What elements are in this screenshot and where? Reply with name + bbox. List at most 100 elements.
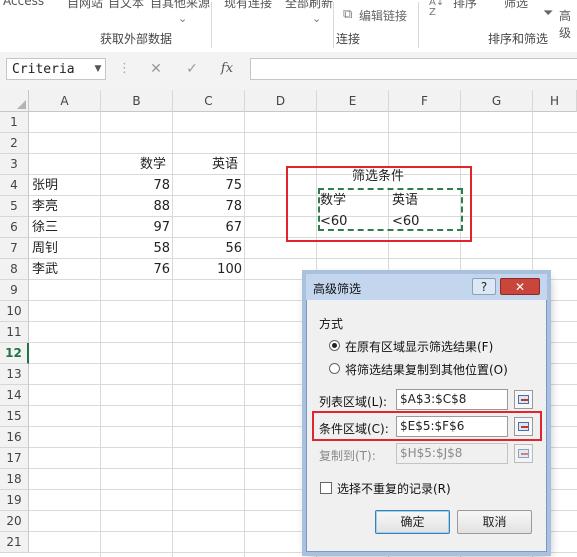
row-header[interactable]: 19 <box>0 490 29 511</box>
list-range-label: 列表区域(L): <box>319 395 388 409</box>
row-header[interactable]: 14 <box>0 385 29 406</box>
select-all-triangle-icon <box>17 100 26 109</box>
cell-b3[interactable]: 数学 <box>140 154 166 175</box>
gridline <box>29 153 577 154</box>
row-header[interactable]: 3 <box>0 154 29 175</box>
existing-connections-button[interactable]: 现有连接 <box>224 0 272 11</box>
radio-filter-in-place[interactable] <box>329 340 340 351</box>
chevron-down-icon: ⌄ <box>312 12 322 25</box>
ribbon: Access 自网站 自文本 自其他来源 ⌄ 现有连接 全部刷新 ⌄ ⧉ 编辑链… <box>0 0 577 53</box>
cell-c4[interactable]: 75 <box>173 175 242 196</box>
row-header[interactable]: 6 <box>0 217 29 238</box>
cell-a4[interactable]: 张明 <box>32 175 58 196</box>
column-header-d[interactable]: D <box>245 90 317 112</box>
close-button[interactable]: ✕ <box>500 278 540 295</box>
edit-links-icon: ⧉ <box>343 7 353 22</box>
cancel-entry-button[interactable]: ✕ <box>145 60 167 78</box>
column-header-a[interactable]: A <box>29 90 101 112</box>
sort-az-icon: A↓ Z <box>429 0 445 18</box>
row-header[interactable]: 1 <box>0 112 29 133</box>
row-header[interactable]: 13 <box>0 364 29 385</box>
cell-b4[interactable]: 78 <box>101 175 170 196</box>
row-header[interactable]: 18 <box>0 469 29 490</box>
column-header-g[interactable]: G <box>461 90 533 112</box>
cell-b8[interactable]: 76 <box>101 259 170 280</box>
cell-a8[interactable]: 李武 <box>32 259 58 280</box>
formula-bar-grip-icon: ⋮ <box>118 61 131 76</box>
edit-links-button[interactable]: 编辑链接 <box>359 7 407 24</box>
filter-button[interactable]: 筛选 <box>504 0 528 11</box>
cell-b7[interactable]: 58 <box>101 238 170 259</box>
copy-to-input: $H$5:$J$8 <box>396 443 508 464</box>
advanced-filter-button[interactable]: 高级 <box>559 7 577 41</box>
row-header-active[interactable]: 12 <box>0 343 29 364</box>
column-header-b[interactable]: B <box>101 90 173 112</box>
row-header[interactable]: 7 <box>0 238 29 259</box>
formula-input[interactable] <box>250 58 577 80</box>
row-header[interactable]: 4 <box>0 175 29 196</box>
from-other-sources-button[interactable]: 自其他来源 <box>150 0 210 11</box>
unique-records-checkbox[interactable] <box>320 482 332 494</box>
column-header-c[interactable]: C <box>173 90 245 112</box>
sort-button[interactable]: 排序 <box>453 0 477 11</box>
cell-c8[interactable]: 100 <box>173 259 242 280</box>
cell-a7[interactable]: 周钊 <box>32 238 58 259</box>
insert-function-button[interactable]: fx <box>216 60 238 78</box>
from-access-button[interactable]: Access <box>3 0 44 8</box>
refresh-all-button[interactable]: 全部刷新 <box>285 0 333 11</box>
gridline <box>29 552 577 553</box>
criteria-range-highlight-box <box>312 411 542 441</box>
cell-c5[interactable]: 78 <box>173 196 242 217</box>
cell-a6[interactable]: 徐三 <box>32 217 58 238</box>
row-header[interactable]: 16 <box>0 427 29 448</box>
row-header[interactable]: 15 <box>0 406 29 427</box>
cell-b6[interactable]: 97 <box>101 217 170 238</box>
ok-button[interactable]: 确定 <box>375 510 450 534</box>
gridline <box>244 112 245 557</box>
row-header[interactable]: 2 <box>0 133 29 154</box>
ribbon-separator <box>333 2 334 48</box>
collapse-dialog-icon <box>514 444 533 463</box>
confirm-entry-button[interactable]: ✓ <box>181 60 203 78</box>
row-header[interactable]: 17 <box>0 448 29 469</box>
chevron-down-icon: ⌄ <box>178 12 188 25</box>
cell-c6[interactable]: 67 <box>173 217 242 238</box>
column-header-f[interactable]: F <box>389 90 461 112</box>
from-web-button[interactable]: 自网站 <box>67 0 103 11</box>
row-header[interactable]: 9 <box>0 280 29 301</box>
option-copy-to-location-label[interactable]: 将筛选结果复制到其他位置(O) <box>345 361 508 378</box>
mode-label: 方式 <box>319 317 344 331</box>
unique-records-label[interactable]: 选择不重复的记录(R) <box>337 480 451 497</box>
criteria-highlight-box <box>286 166 472 242</box>
ribbon-separator <box>211 2 212 48</box>
radio-copy-to-location[interactable] <box>329 363 340 374</box>
select-all-corner[interactable] <box>0 90 29 112</box>
row-header[interactable]: 11 <box>0 322 29 343</box>
option-filter-in-place-label[interactable]: 在原有区域显示筛选结果(F) <box>345 338 493 355</box>
cancel-button[interactable]: 取消 <box>457 510 532 534</box>
group-label-sort-filter: 排序和筛选 <box>488 32 549 46</box>
row-header[interactable]: 20 <box>0 511 29 532</box>
group-label-connections: 连接 <box>336 32 361 46</box>
cell-c7[interactable]: 56 <box>173 238 242 259</box>
list-range-input[interactable]: $A$3:$C$8 <box>396 389 508 410</box>
advanced-filter-icon: ⏷ <box>543 6 554 21</box>
group-label-get-external-data: 获取外部数据 <box>100 32 173 46</box>
row-header[interactable]: 8 <box>0 259 29 280</box>
ribbon-separator <box>418 2 419 48</box>
copy-to-label: 复制到(T): <box>319 449 376 463</box>
column-header-h[interactable]: H <box>533 90 577 112</box>
row-header[interactable]: 10 <box>0 301 29 322</box>
column-header-e[interactable]: E <box>317 90 389 112</box>
from-text-button[interactable]: 自文本 <box>108 0 144 11</box>
cell-c3[interactable]: 英语 <box>212 154 238 175</box>
name-box-dropdown-icon[interactable]: ▼ <box>91 58 105 80</box>
row-header[interactable]: 21 <box>0 532 29 553</box>
cell-b5[interactable]: 88 <box>101 196 170 217</box>
dialog-title: 高级筛选 <box>313 282 362 296</box>
collapse-dialog-icon[interactable] <box>514 390 533 409</box>
help-button[interactable]: ? <box>472 278 496 295</box>
row-header[interactable]: 5 <box>0 196 29 217</box>
gridline <box>29 132 577 133</box>
cell-a5[interactable]: 李亮 <box>32 196 58 217</box>
